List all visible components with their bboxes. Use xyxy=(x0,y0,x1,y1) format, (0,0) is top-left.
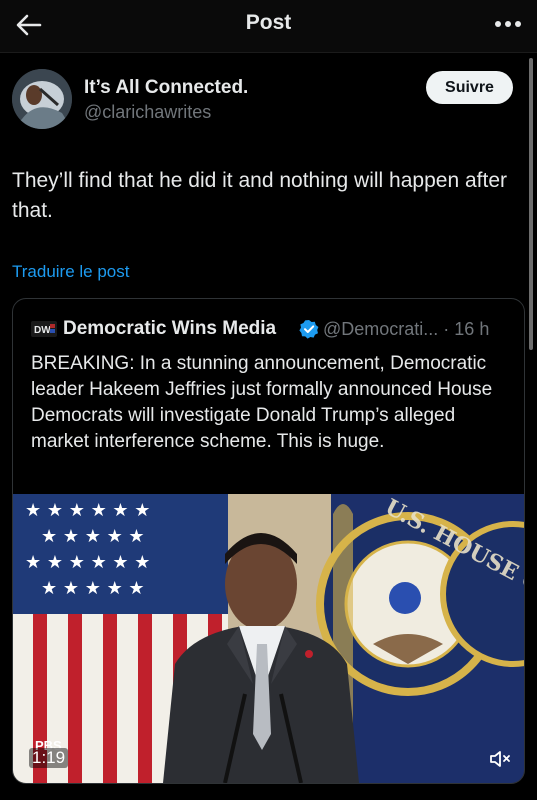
video-frame-image: ★ ★ ★ ★ ★ ★ ★ ★ ★ ★ ★ ★ ★ ★ ★ ★ ★ ★ ★ ★ … xyxy=(13,494,524,783)
quoted-post-text: BREAKING: In a stunning announcement, De… xyxy=(31,353,493,452)
muted-speaker-icon[interactable] xyxy=(488,747,512,771)
author-handle[interactable]: @clarichawrites xyxy=(84,102,211,123)
quoted-post[interactable]: DW Democratic Wins Media @Democrati... ·… xyxy=(12,298,525,784)
video-player[interactable]: ★ ★ ★ ★ ★ ★ ★ ★ ★ ★ ★ ★ ★ ★ ★ ★ ★ ★ ★ ★ … xyxy=(13,494,524,783)
header-divider xyxy=(0,52,537,53)
author-avatar[interactable] xyxy=(12,69,72,129)
translate-post-link[interactable]: Traduire le post xyxy=(12,262,129,282)
scrollbar[interactable] xyxy=(529,58,533,350)
page-title: Post xyxy=(245,11,292,34)
svg-text:★ ★ ★ ★ ★: ★ ★ ★ ★ ★ xyxy=(41,526,145,547)
top-bar: Post xyxy=(0,0,537,52)
svg-text:★ ★ ★ ★ ★: ★ ★ ★ ★ ★ xyxy=(41,578,145,599)
quoted-author-logo: DW xyxy=(31,321,57,337)
svg-text:★ ★ ★ ★ ★ ★: ★ ★ ★ ★ ★ ★ xyxy=(25,552,150,573)
post-text: They’ll find that he did it and nothing … xyxy=(12,169,507,222)
video-timestamp: 1:19 xyxy=(29,748,69,768)
quoted-handle-time[interactable]: @Democrati... · 16 h xyxy=(323,319,489,340)
follow-button[interactable]: Suivre xyxy=(426,71,513,104)
logo-text: DW xyxy=(34,325,51,336)
quoted-author-name[interactable]: Democratic Wins Media xyxy=(63,318,276,340)
svg-text:★ ★ ★ ★ ★ ★: ★ ★ ★ ★ ★ ★ xyxy=(25,500,150,521)
more-options-icon[interactable] xyxy=(491,10,525,38)
author-name[interactable]: It’s All Connected. xyxy=(84,77,248,99)
verified-badge-icon xyxy=(299,319,319,339)
